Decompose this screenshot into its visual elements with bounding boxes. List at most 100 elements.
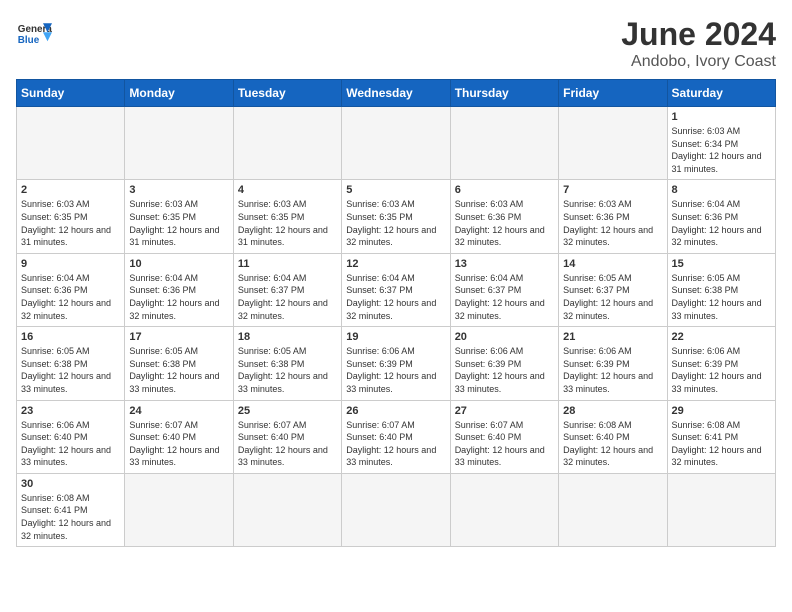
day-info: Sunrise: 6:04 AMSunset: 6:37 PMDaylight:… <box>455 272 554 322</box>
day-info: Sunrise: 6:07 AMSunset: 6:40 PMDaylight:… <box>129 419 228 469</box>
day-number: 15 <box>672 258 771 270</box>
day-number: 3 <box>129 184 228 196</box>
day-number: 5 <box>346 184 445 196</box>
day-number: 12 <box>346 258 445 270</box>
day-info: Sunrise: 6:08 AMSunset: 6:41 PMDaylight:… <box>672 419 771 469</box>
day-number: 28 <box>563 405 662 417</box>
day-info: Sunrise: 6:05 AMSunset: 6:38 PMDaylight:… <box>21 345 120 395</box>
calendar-day-cell: 6 Sunrise: 6:03 AMSunset: 6:36 PMDaylight… <box>450 180 558 253</box>
day-number: 17 <box>129 331 228 343</box>
calendar-day-cell <box>342 107 450 180</box>
calendar-day-cell: 3 Sunrise: 6:03 AMSunset: 6:35 PMDaylight… <box>125 180 233 253</box>
day-info: Sunrise: 6:06 AMSunset: 6:39 PMDaylight:… <box>346 345 445 395</box>
calendar-day-cell: 21 Sunrise: 6:06 AMSunset: 6:39 PMDayligh… <box>559 327 667 400</box>
day-number: 24 <box>129 405 228 417</box>
day-info: Sunrise: 6:05 AMSunset: 6:37 PMDaylight:… <box>563 272 662 322</box>
calendar-header: SundayMondayTuesdayWednesdayThursdayFrid… <box>17 80 776 107</box>
calendar-day-cell <box>342 473 450 546</box>
weekday-header-friday: Friday <box>559 80 667 107</box>
day-info: Sunrise: 6:06 AMSunset: 6:40 PMDaylight:… <box>21 419 120 469</box>
calendar-day-cell: 24 Sunrise: 6:07 AMSunset: 6:40 PMDayligh… <box>125 400 233 473</box>
calendar-day-cell: 22Sunrise: 6:06 AMSunset: 6:39 PMDayligh… <box>667 327 775 400</box>
calendar-day-cell: 18Sunrise: 6:05 AMSunset: 6:38 PMDayligh… <box>233 327 341 400</box>
calendar-day-cell <box>233 473 341 546</box>
day-info: Sunrise: 6:03 AMSunset: 6:35 PMDaylight:… <box>21 198 120 248</box>
weekday-header-wednesday: Wednesday <box>342 80 450 107</box>
day-info: Sunrise: 6:03 AMSunset: 6:36 PMDaylight:… <box>563 198 662 248</box>
day-number: 19 <box>346 331 445 343</box>
calendar-day-cell: 14 Sunrise: 6:05 AMSunset: 6:37 PMDayligh… <box>559 253 667 326</box>
calendar-week-row: 30 Sunrise: 6:08 AMSunset: 6:41 PMDayligh… <box>17 473 776 546</box>
calendar-week-row: 16 Sunrise: 6:05 AMSunset: 6:38 PMDayligh… <box>17 327 776 400</box>
calendar-week-row: 1 Sunrise: 6:03 AMSunset: 6:34 PMDaylight… <box>17 107 776 180</box>
day-number: 21 <box>563 331 662 343</box>
calendar-day-cell: 2Sunrise: 6:03 AMSunset: 6:35 PMDaylight… <box>17 180 125 253</box>
calendar-day-cell <box>125 473 233 546</box>
day-number: 20 <box>455 331 554 343</box>
calendar-day-cell: 8 Sunrise: 6:04 AMSunset: 6:36 PMDaylight… <box>667 180 775 253</box>
day-info: Sunrise: 6:04 AMSunset: 6:37 PMDaylight:… <box>238 272 337 322</box>
day-number: 1 <box>672 111 771 123</box>
day-number: 10 <box>129 258 228 270</box>
day-info: Sunrise: 6:03 AMSunset: 6:35 PMDaylight:… <box>129 198 228 248</box>
day-info: Sunrise: 6:03 AMSunset: 6:36 PMDaylight:… <box>455 198 554 248</box>
day-number: 29 <box>672 405 771 417</box>
day-number: 8 <box>672 184 771 196</box>
calendar-day-cell: 10 Sunrise: 6:04 AMSunset: 6:36 PMDayligh… <box>125 253 233 326</box>
calendar-day-cell: 12 Sunrise: 6:04 AMSunset: 6:37 PMDayligh… <box>342 253 450 326</box>
calendar-day-cell <box>125 107 233 180</box>
day-number: 9 <box>21 258 120 270</box>
calendar-day-cell <box>559 107 667 180</box>
calendar-day-cell: 30 Sunrise: 6:08 AMSunset: 6:41 PMDayligh… <box>17 473 125 546</box>
day-info: Sunrise: 6:07 AMSunset: 6:40 PMDaylight:… <box>455 419 554 469</box>
calendar-day-cell: 1 Sunrise: 6:03 AMSunset: 6:34 PMDaylight… <box>667 107 775 180</box>
calendar-day-cell: 27 Sunrise: 6:07 AMSunset: 6:40 PMDayligh… <box>450 400 558 473</box>
day-info: Sunrise: 6:04 AMSunset: 6:36 PMDaylight:… <box>129 272 228 322</box>
day-info: Sunrise: 6:03 AMSunset: 6:35 PMDaylight:… <box>346 198 445 248</box>
weekday-header-thursday: Thursday <box>450 80 558 107</box>
calendar-day-cell: 16 Sunrise: 6:05 AMSunset: 6:38 PMDayligh… <box>17 327 125 400</box>
logo-icon: General Blue <box>16 16 52 52</box>
calendar-week-row: 2Sunrise: 6:03 AMSunset: 6:35 PMDaylight… <box>17 180 776 253</box>
weekday-header-saturday: Saturday <box>667 80 775 107</box>
day-info: Sunrise: 6:06 AMSunset: 6:39 PMDaylight:… <box>672 345 771 395</box>
calendar-day-cell <box>450 107 558 180</box>
calendar-body: 1 Sunrise: 6:03 AMSunset: 6:34 PMDaylight… <box>17 107 776 547</box>
day-info: Sunrise: 6:05 AMSunset: 6:38 PMDaylight:… <box>129 345 228 395</box>
day-number: 25 <box>238 405 337 417</box>
logo: General Blue <box>16 16 52 52</box>
svg-text:Blue: Blue <box>18 35 40 46</box>
day-info: Sunrise: 6:05 AMSunset: 6:38 PMDaylight:… <box>238 345 337 395</box>
calendar-day-cell: 25 Sunrise: 6:07 AMSunset: 6:40 PMDayligh… <box>233 400 341 473</box>
day-info: Sunrise: 6:08 AMSunset: 6:41 PMDaylight:… <box>21 492 120 542</box>
day-info: Sunrise: 6:03 AMSunset: 6:35 PMDaylight:… <box>238 198 337 248</box>
day-info: Sunrise: 6:04 AMSunset: 6:36 PMDaylight:… <box>672 198 771 248</box>
calendar-day-cell: 23Sunrise: 6:06 AMSunset: 6:40 PMDayligh… <box>17 400 125 473</box>
day-number: 4 <box>238 184 337 196</box>
day-number: 30 <box>21 478 120 490</box>
day-info: Sunrise: 6:07 AMSunset: 6:40 PMDaylight:… <box>346 419 445 469</box>
day-info: Sunrise: 6:06 AMSunset: 6:39 PMDaylight:… <box>563 345 662 395</box>
calendar-day-cell: 29 Sunrise: 6:08 AMSunset: 6:41 PMDayligh… <box>667 400 775 473</box>
calendar-week-row: 23Sunrise: 6:06 AMSunset: 6:40 PMDayligh… <box>17 400 776 473</box>
title-area: June 2024 Andobo, Ivory Coast <box>621 16 776 71</box>
day-number: 6 <box>455 184 554 196</box>
calendar-day-cell: 11 Sunrise: 6:04 AMSunset: 6:37 PMDayligh… <box>233 253 341 326</box>
day-number: 14 <box>563 258 662 270</box>
day-info: Sunrise: 6:07 AMSunset: 6:40 PMDaylight:… <box>238 419 337 469</box>
calendar-day-cell: 20Sunrise: 6:06 AMSunset: 6:39 PMDayligh… <box>450 327 558 400</box>
calendar-week-row: 9 Sunrise: 6:04 AMSunset: 6:36 PMDaylight… <box>17 253 776 326</box>
calendar-day-cell: 17 Sunrise: 6:05 AMSunset: 6:38 PMDayligh… <box>125 327 233 400</box>
calendar-day-cell: 13Sunrise: 6:04 AMSunset: 6:37 PMDayligh… <box>450 253 558 326</box>
day-info: Sunrise: 6:03 AMSunset: 6:34 PMDaylight:… <box>672 125 771 175</box>
day-number: 7 <box>563 184 662 196</box>
day-number: 26 <box>346 405 445 417</box>
calendar-table: SundayMondayTuesdayWednesdayThursdayFrid… <box>16 79 776 547</box>
weekday-header-row: SundayMondayTuesdayWednesdayThursdayFrid… <box>17 80 776 107</box>
day-info: Sunrise: 6:04 AMSunset: 6:37 PMDaylight:… <box>346 272 445 322</box>
calendar-day-cell <box>17 107 125 180</box>
weekday-header-tuesday: Tuesday <box>233 80 341 107</box>
day-number: 11 <box>238 258 337 270</box>
day-number: 27 <box>455 405 554 417</box>
day-number: 16 <box>21 331 120 343</box>
